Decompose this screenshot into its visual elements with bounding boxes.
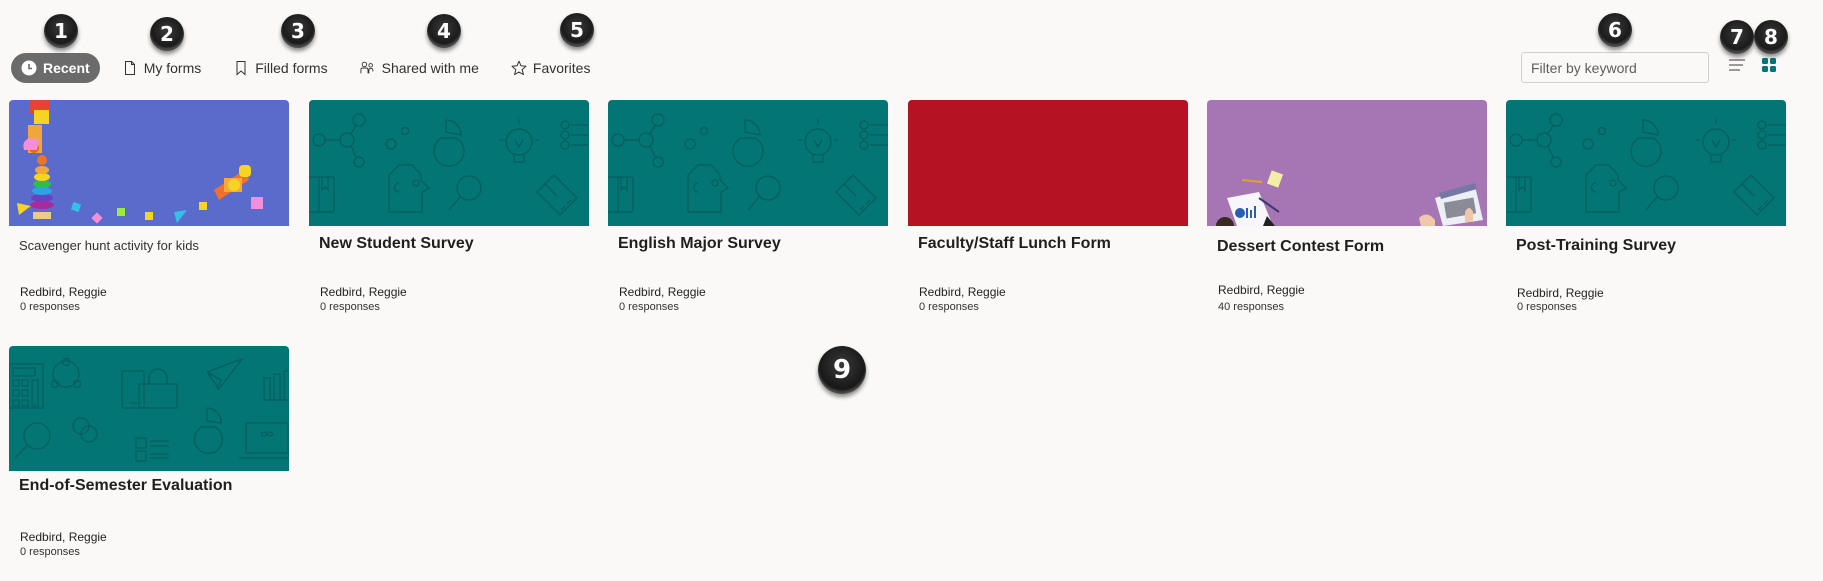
list-view-button[interactable] bbox=[1726, 56, 1748, 78]
star-icon bbox=[511, 60, 527, 76]
form-card[interactable]: New Student Survey Redbird, Reggie 0 res… bbox=[309, 100, 589, 313]
grid-view-icon bbox=[1761, 57, 1777, 78]
filter-by-keyword-input[interactable] bbox=[1521, 52, 1709, 83]
tab-label: Recent bbox=[43, 60, 90, 76]
form-title: Dessert Contest Form bbox=[1217, 238, 1385, 255]
form-response-count: 0 responses bbox=[919, 301, 979, 313]
form-author: Redbird, Reggie bbox=[20, 530, 107, 544]
annotation-badge: 6 bbox=[1598, 13, 1632, 47]
form-card[interactable]: Post-Training Survey Redbird, Reggie 0 r… bbox=[1506, 100, 1786, 313]
form-thumbnail-teal bbox=[1506, 100, 1786, 226]
tab-label: My forms bbox=[143, 60, 202, 76]
annotation-badge: 9 bbox=[818, 346, 866, 394]
form-card[interactable]: English Major Survey Redbird, Reggie 0 r… bbox=[608, 100, 888, 313]
form-response-count: 0 responses bbox=[1517, 301, 1577, 313]
annotation-badge: 2 bbox=[150, 17, 184, 51]
tab-my-forms[interactable]: My forms bbox=[112, 53, 212, 83]
annotation-badge: 5 bbox=[560, 13, 594, 47]
form-card[interactable]: Faculty/Staff Lunch Form Redbird, Reggie… bbox=[908, 100, 1188, 313]
form-thumbnail-toys bbox=[9, 100, 289, 226]
form-thumbnail-teal bbox=[608, 100, 888, 226]
form-thumbnail-desk bbox=[1207, 100, 1487, 226]
annotation-badge: 4 bbox=[427, 14, 461, 48]
form-response-count: 0 responses bbox=[320, 301, 380, 313]
tab-recent[interactable]: Recent bbox=[11, 53, 100, 83]
tab-shared-with-me[interactable]: Shared with me bbox=[350, 53, 489, 83]
form-title: New Student Survey bbox=[319, 235, 474, 252]
bookmark-icon bbox=[233, 60, 249, 76]
form-response-count: 40 responses bbox=[1218, 301, 1285, 313]
people-icon bbox=[360, 60, 376, 76]
form-author: Redbird, Reggie bbox=[919, 285, 1006, 299]
form-thumbnail-red bbox=[908, 100, 1188, 226]
annotation-badge: 8 bbox=[1754, 20, 1788, 54]
annotation-badge: 7 bbox=[1720, 20, 1754, 54]
form-title: English Major Survey bbox=[618, 235, 781, 252]
tab-favorites[interactable]: Favorites bbox=[501, 53, 601, 83]
form-author: Redbird, Reggie bbox=[1517, 286, 1604, 300]
document-icon bbox=[122, 60, 138, 76]
clock-icon bbox=[21, 60, 37, 76]
form-author: Redbird, Reggie bbox=[20, 285, 107, 299]
list-view-icon bbox=[1727, 57, 1747, 78]
tab-label: Favorites bbox=[532, 60, 591, 76]
form-author: Redbird, Reggie bbox=[320, 285, 407, 299]
form-author: Redbird, Reggie bbox=[619, 285, 706, 299]
form-card[interactable]: Dessert Contest Form Redbird, Reggie 40 … bbox=[1207, 100, 1487, 313]
annotation-badge: 3 bbox=[281, 14, 315, 48]
form-thumbnail-teal bbox=[9, 346, 289, 471]
tab-filled-forms[interactable]: Filled forms bbox=[223, 53, 337, 83]
tab-label: Shared with me bbox=[381, 60, 479, 76]
form-response-count: 0 responses bbox=[20, 546, 80, 558]
form-title: Faculty/Staff Lunch Form bbox=[918, 235, 1111, 252]
form-title: End-of-Semester Evaluation bbox=[19, 477, 233, 494]
form-response-count: 0 responses bbox=[20, 301, 80, 313]
tab-label: Filled forms bbox=[255, 60, 328, 76]
form-title: Scavenger hunt activity for kids bbox=[19, 238, 199, 253]
form-response-count: 0 responses bbox=[619, 301, 679, 313]
form-title: Post-Training Survey bbox=[1516, 237, 1677, 254]
annotation-badge: 1 bbox=[44, 14, 78, 48]
form-thumbnail-teal bbox=[309, 100, 589, 226]
form-card[interactable]: End-of-Semester Evaluation Redbird, Regg… bbox=[9, 346, 289, 558]
grid-view-button[interactable] bbox=[1758, 56, 1780, 78]
form-card[interactable]: Scavenger hunt activity for kids Redbird… bbox=[9, 100, 289, 313]
form-author: Redbird, Reggie bbox=[1218, 283, 1305, 297]
form-filter-tabs: Recent My forms Filled forms Shared with… bbox=[11, 53, 612, 83]
